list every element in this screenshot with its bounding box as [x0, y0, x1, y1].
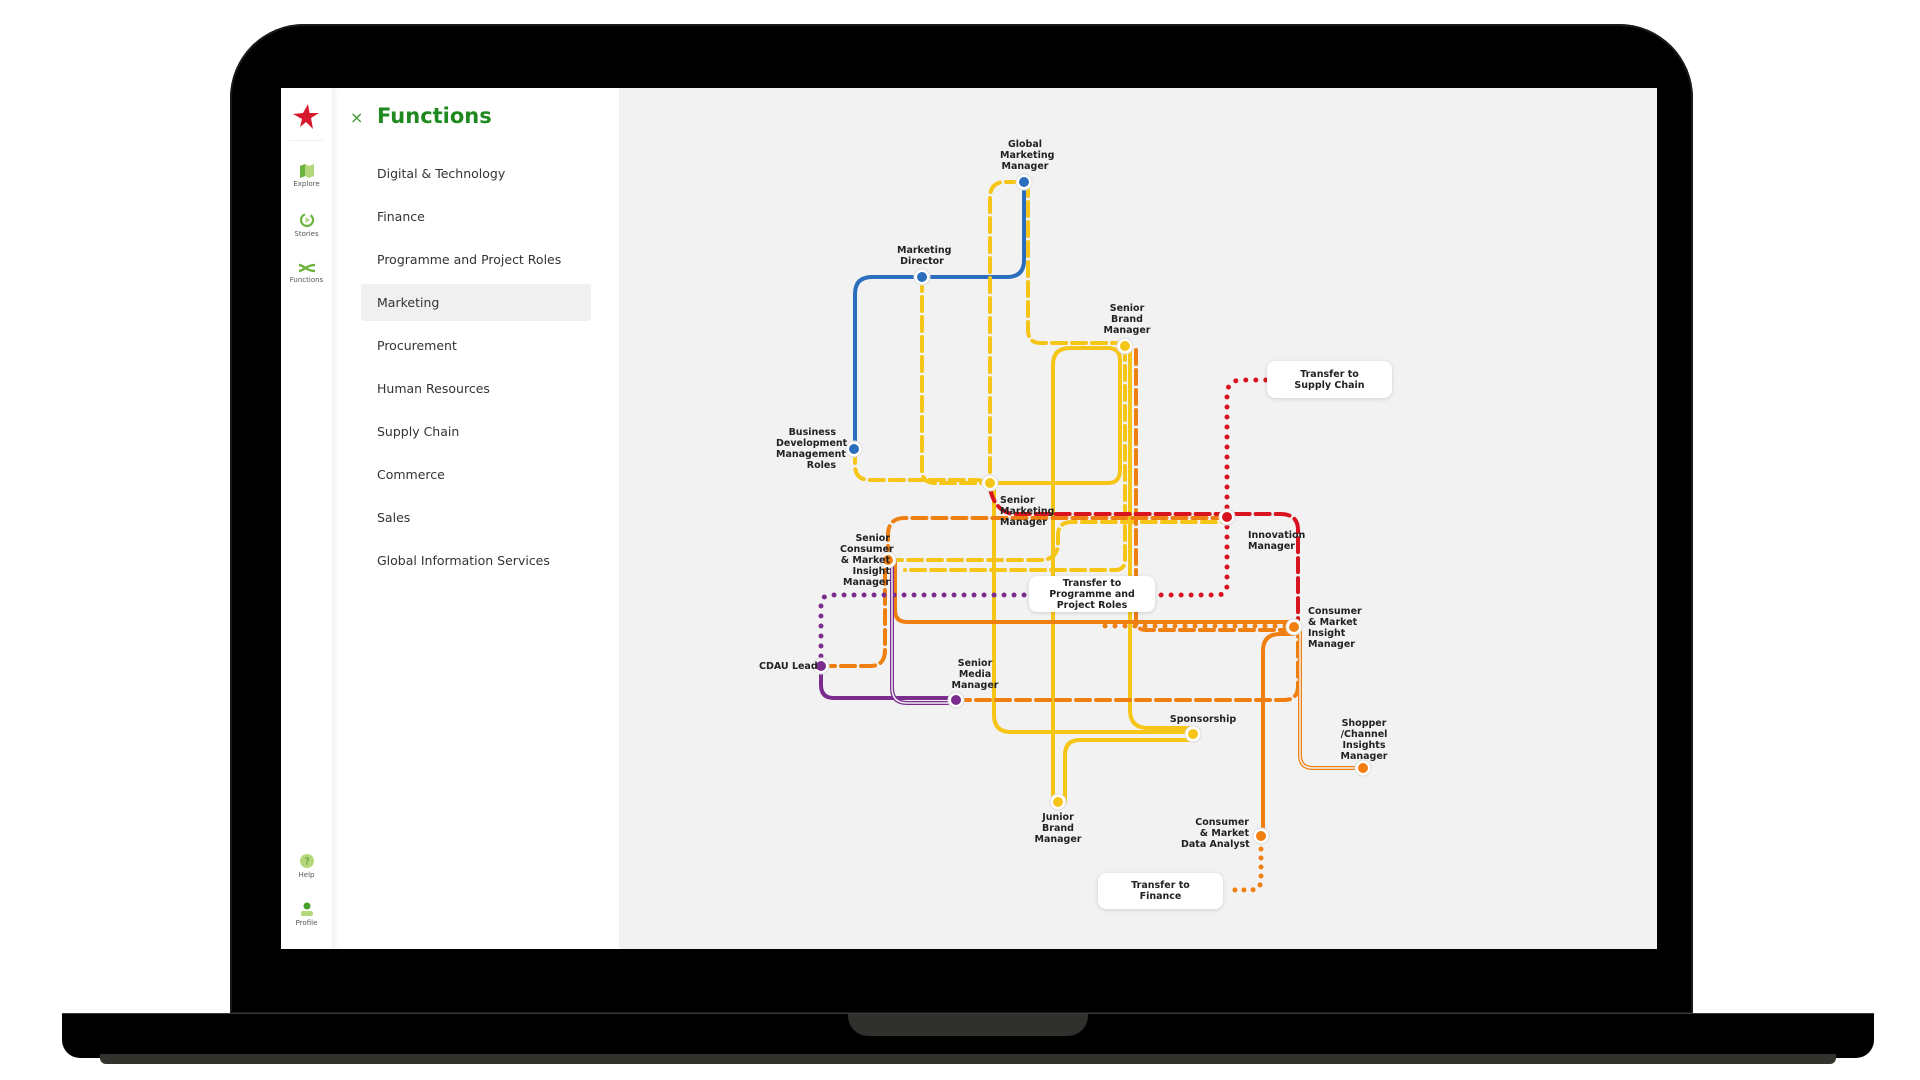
node-label-business-development[interactable]: Business Development Management Roles: [776, 427, 847, 471]
menu-item-global-information-services[interactable]: Global Information Services: [361, 542, 591, 579]
rail-item-profile[interactable]: Profile: [281, 901, 332, 927]
route-orange: [1261, 632, 1296, 838]
route-orange-dashed: [954, 625, 1300, 702]
transfer-programme-project-roles-button[interactable]: Transfer to Programme and Project Roles: [1029, 576, 1155, 612]
rail-item-help[interactable]: ? Help: [281, 853, 332, 879]
node-cmda-dot[interactable]: [1256, 831, 1266, 841]
node-md-dot[interactable]: [917, 272, 927, 282]
transfer-finance-button[interactable]: Transfer to Finance: [1098, 873, 1223, 909]
shuffle-icon: [298, 263, 315, 273]
menu-item-commerce[interactable]: Commerce: [361, 456, 591, 493]
play-circle-icon: [299, 212, 314, 228]
node-label-consumer-market-insight[interactable]: Consumer & Market Insight Manager: [1308, 606, 1362, 650]
node-label-senior-brand-manager[interactable]: Senior Brand Manager: [1102, 303, 1152, 336]
node-label-marketing-director[interactable]: Marketing Director: [897, 245, 951, 267]
career-map: Global Marketing Manager Marketing Director…: [619, 88, 1657, 949]
node-label-junior-brand-manager[interactable]: Junior Brand Manager: [1033, 812, 1083, 845]
menu-item-human-resources[interactable]: Human Resources: [361, 370, 591, 407]
node-label-consumer-market-data-analyst[interactable]: Consumer & Market Data Analyst: [1181, 817, 1250, 850]
node-dots: [812, 173, 1372, 845]
node-bdm-dot[interactable]: [849, 444, 859, 454]
node-smm-dot[interactable]: [985, 478, 995, 488]
node-sbm-dot[interactable]: [1120, 341, 1130, 351]
laptop-notch: [848, 1014, 1088, 1036]
menu-item-programme-project-roles[interactable]: Programme and Project Roles: [361, 241, 591, 278]
route-yellow: [1063, 738, 1195, 804]
functions-panel: × Functions Digital & Technology Finance…: [332, 88, 619, 949]
nav-rail: Explore Stories Functions ? Help Profile: [281, 88, 332, 949]
rail-item-stories[interactable]: Stories: [281, 212, 332, 238]
laptop-base-shadow: [100, 1054, 1836, 1064]
route-blue: [853, 180, 1026, 451]
svg-text:?: ?: [304, 857, 309, 868]
route-yellow-dashed: [920, 275, 992, 485]
node-gmm-dot[interactable]: [1019, 177, 1029, 187]
rail-label: Explore: [293, 180, 320, 188]
route-yellow-dashed: [886, 520, 1229, 562]
rail-label: Stories: [294, 230, 319, 238]
node-label-senior-marketing-manager[interactable]: Senior Marketing Manager: [1000, 495, 1054, 528]
route-yellow-dashed: [988, 180, 1022, 485]
node-label-global-marketing-manager[interactable]: Global Marketing Manager: [1000, 139, 1054, 172]
menu-item-procurement[interactable]: Procurement: [361, 327, 591, 364]
functions-menu: Digital & Technology Finance Programme a…: [361, 155, 591, 585]
node-spon-dot[interactable]: [1188, 729, 1198, 739]
node-smed-dot[interactable]: [951, 695, 961, 705]
node-label-cdau-lead[interactable]: CDAU Lead: [759, 661, 818, 672]
app-screen: Explore Stories Functions ? Help Profile…: [281, 88, 1657, 949]
panel-title: Functions: [377, 104, 492, 128]
node-shop-dot[interactable]: [1358, 763, 1368, 773]
route-purple: [819, 664, 958, 700]
rail-label: Profile: [295, 919, 318, 927]
route-red-dotted: [1152, 514, 1230, 598]
node-label-senior-consumer-market-insight[interactable]: Senior Consumer & Market Insight Manager: [840, 533, 894, 588]
menu-item-marketing[interactable]: Marketing: [361, 284, 591, 321]
route-red-dotted: [1224, 377, 1269, 520]
rail-item-functions[interactable]: Functions: [281, 262, 332, 284]
route-yellow-dashed: [903, 344, 1127, 572]
node-label-innovation-manager[interactable]: Innovation Manager: [1248, 530, 1305, 552]
node-label-sponsorship[interactable]: Sponsorship: [1168, 714, 1238, 725]
rail-item-explore[interactable]: Explore: [281, 164, 332, 188]
map-icon: [299, 164, 314, 178]
node-jbm-dot[interactable]: [1053, 797, 1063, 807]
menu-item-supply-chain[interactable]: Supply Chain: [361, 413, 591, 450]
transfer-supply-chain-button[interactable]: Transfer to Supply Chain: [1267, 361, 1392, 398]
star-logo-icon[interactable]: [291, 102, 321, 132]
rail-label: Help: [298, 871, 315, 879]
menu-item-digital-technology[interactable]: Digital & Technology: [361, 155, 591, 192]
menu-item-sales[interactable]: Sales: [361, 499, 591, 536]
career-map-lines: [812, 173, 1372, 893]
rail-divider: [289, 140, 323, 141]
help-icon: ?: [299, 854, 314, 868]
node-inn-dot[interactable]: [1222, 512, 1232, 522]
rail-label: Functions: [289, 276, 324, 284]
profile-icon: [300, 902, 313, 916]
node-label-senior-media-manager[interactable]: Senior Media Manager: [950, 658, 1000, 691]
route-purple-double: [890, 563, 958, 705]
route-yellow: [1128, 344, 1195, 730]
close-icon[interactable]: ×: [350, 108, 363, 128]
node-label-shopper-channel[interactable]: Shopper/Channel Insights Manager: [1336, 718, 1392, 762]
menu-item-finance[interactable]: Finance: [361, 198, 591, 235]
node-cmi-dot[interactable]: [1289, 622, 1299, 632]
route-purple-dotted: [818, 592, 1033, 669]
